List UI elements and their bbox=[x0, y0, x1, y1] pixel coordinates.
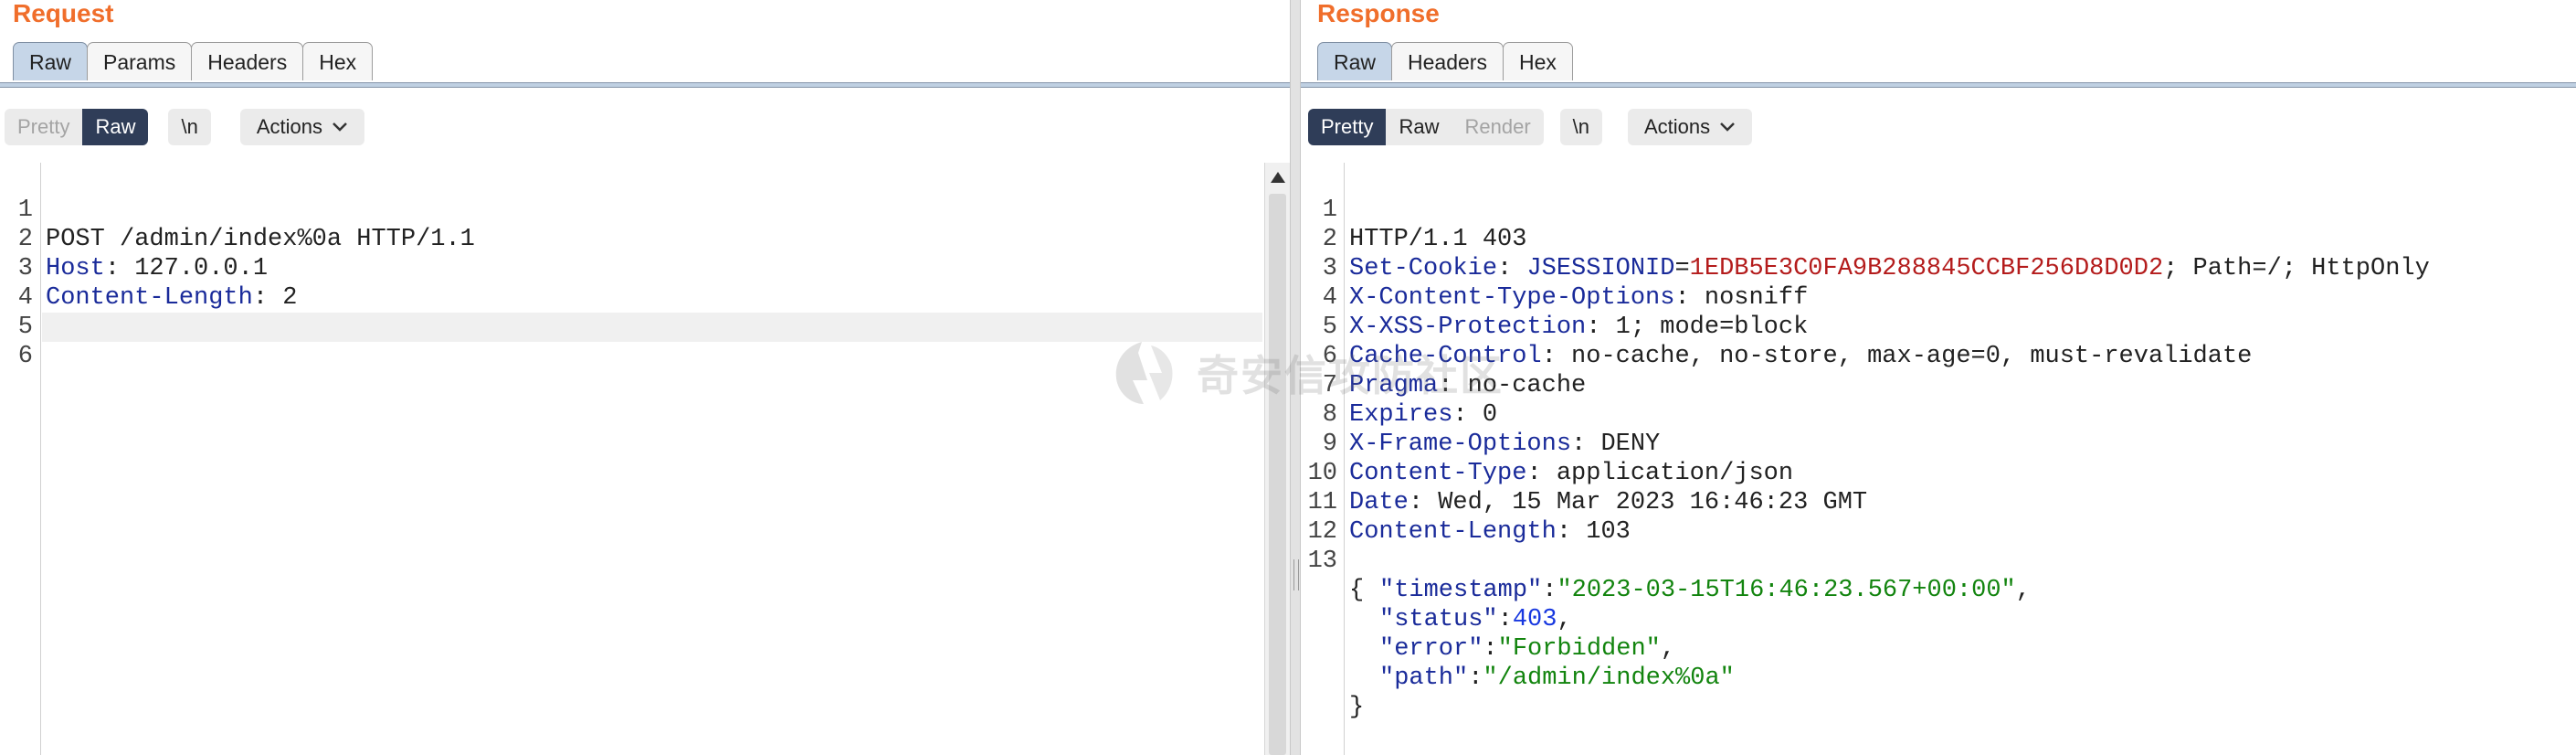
request-line: 4 bbox=[0, 254, 1290, 312]
request-raw-button[interactable]: Raw bbox=[82, 109, 149, 145]
request-line: 3 Content-Length: 2 bbox=[0, 225, 1290, 312]
response-line: 13 { bbox=[1301, 517, 2576, 604]
response-raw-button[interactable]: Raw bbox=[1386, 109, 1452, 145]
response-line: "error":"Forbidden", bbox=[1301, 605, 2576, 663]
request-newline-toggle[interactable]: \n bbox=[168, 109, 211, 145]
request-tab-params[interactable]: Params bbox=[87, 42, 193, 80]
response-line: 2 Set-Cookie: JSESSIONID=1EDB5E3C0FA9B28… bbox=[1301, 196, 2576, 282]
response-render-button[interactable]: Render bbox=[1452, 109, 1544, 145]
request-scroll-thumb[interactable] bbox=[1269, 194, 1286, 755]
watermark-text: 奇安信攻防社区 bbox=[1197, 352, 1504, 399]
response-tabs: Raw Headers Hex bbox=[1317, 42, 1573, 82]
request-scrollbar[interactable] bbox=[1264, 163, 1290, 755]
request-tab-hex[interactable]: Hex bbox=[302, 42, 374, 80]
response-tab-headers[interactable]: Headers bbox=[1391, 42, 1504, 80]
request-actions-label: Actions bbox=[256, 115, 322, 138]
request-tab-headers[interactable]: Headers bbox=[191, 42, 304, 80]
response-tab-hex[interactable]: Hex bbox=[1502, 42, 1573, 80]
response-tab-raw[interactable]: Raw bbox=[1317, 42, 1393, 80]
request-line: 2 Host: 127.0.0.1 bbox=[0, 196, 1290, 282]
chevron-down-icon bbox=[333, 122, 347, 132]
chevron-down-icon bbox=[1720, 122, 1736, 132]
response-line: "status":403, bbox=[1301, 576, 2576, 633]
response-line: 12 bbox=[1301, 488, 2576, 546]
response-line: "path":"/admin/index%0a" bbox=[1301, 634, 2576, 692]
response-title: Response bbox=[1317, 0, 1440, 27]
response-line: 11 Content-Length: 103 bbox=[1301, 459, 2576, 546]
response-pretty-button[interactable]: Pretty bbox=[1308, 109, 1387, 145]
request-toolbar: Pretty Raw \n Actions bbox=[5, 109, 364, 145]
watermark-logo-icon bbox=[1115, 342, 1173, 404]
request-line: 5 bbox=[0, 283, 1290, 341]
scroll-up-arrow-icon[interactable] bbox=[1265, 165, 1291, 190]
request-pane: Request Raw Params Headers Hex Pretty Ra… bbox=[0, 0, 1290, 755]
request-tab-raw[interactable]: Raw bbox=[13, 42, 89, 80]
response-tab-divider bbox=[1301, 82, 2576, 88]
response-actions-label: Actions bbox=[1644, 115, 1711, 138]
request-view-toggle: Pretty Raw bbox=[5, 109, 149, 145]
response-newline-toggle[interactable]: \n bbox=[1559, 109, 1602, 145]
response-line: } bbox=[1301, 664, 2576, 721]
response-actions-button[interactable]: Actions bbox=[1628, 109, 1753, 145]
request-tabs: Raw Params Headers Hex bbox=[13, 42, 374, 82]
request-pretty-button[interactable]: Pretty bbox=[5, 109, 83, 145]
watermark: 奇安信攻防社区 bbox=[1105, 336, 1504, 409]
response-line: 5 Cache-Control: no-cache, no-store, max… bbox=[1301, 283, 2576, 370]
request-editor[interactable]: 1 POST /admin/index%0a HTTP/1.1 2 Host: … bbox=[0, 163, 1290, 755]
response-toolbar: Pretty Raw Render \n Actions bbox=[1308, 109, 1753, 145]
response-line: 3 X-Content-Type-Options: nosniff bbox=[1301, 225, 2576, 312]
json-close-brace: } bbox=[1349, 694, 1365, 721]
request-line: 6 bbox=[0, 313, 1290, 370]
response-line: 1 HTTP/1.1 403 bbox=[1301, 166, 2576, 253]
request-tab-divider bbox=[0, 82, 1290, 88]
response-line: 10 Date: Wed, 15 Mar 2023 16:46:23 GMT bbox=[1301, 430, 2576, 516]
request-title: Request bbox=[13, 0, 114, 27]
request-actions-button[interactable]: Actions bbox=[239, 109, 364, 145]
response-editor[interactable]: 1 HTTP/1.1 403 2 Set-Cookie: JSESSIONID=… bbox=[1301, 163, 2576, 755]
response-line: 4 X-XSS-Protection: 1; mode=block bbox=[1301, 254, 2576, 341]
request-line: 1 POST /admin/index%0a HTTP/1.1 bbox=[0, 166, 1290, 253]
response-view-toggle: Pretty Raw Render bbox=[1308, 109, 1544, 145]
response-line: "timestamp":"2023-03-15T16:46:23.567+00:… bbox=[1301, 547, 2576, 604]
line-number: 6 bbox=[17, 343, 33, 370]
splitter-grip-icon[interactable] bbox=[1293, 559, 1299, 590]
